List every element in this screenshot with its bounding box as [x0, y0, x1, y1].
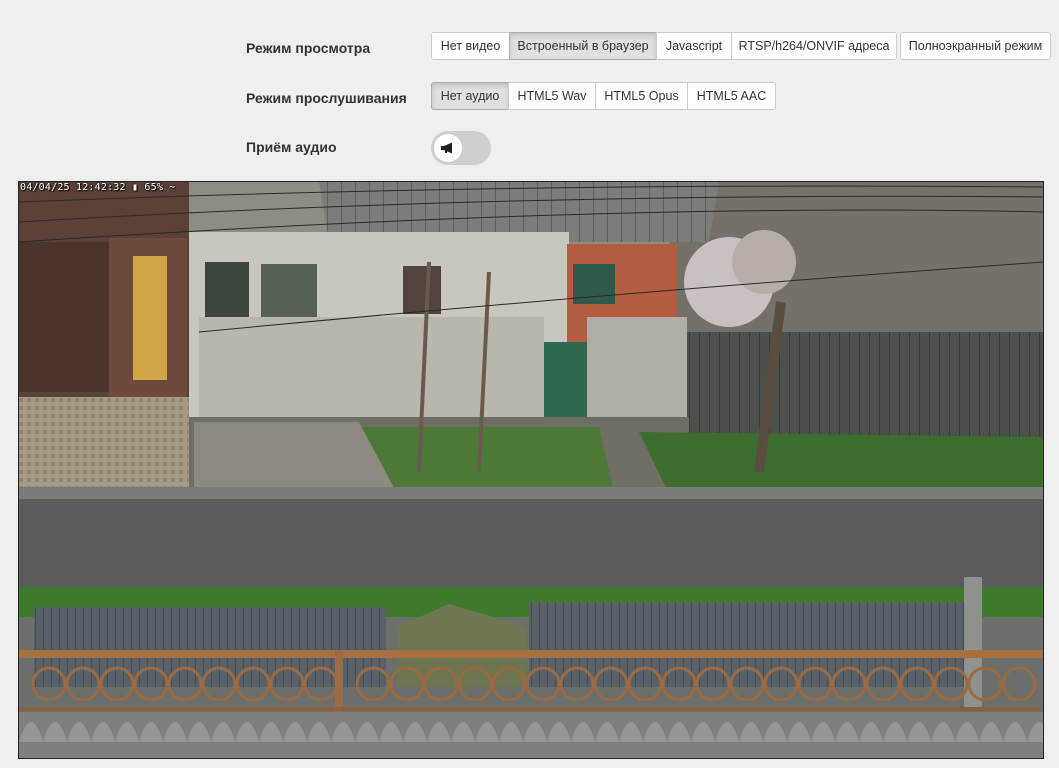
camera-video-stream[interactable]: 04/04/25 12:42:32 ▮ 65% ∼ [18, 181, 1044, 759]
view-mode-row: Режим просмотра Нет видео Встроенный в б… [0, 32, 1059, 64]
fullscreen-button[interactable]: Полноэкранный режим [900, 32, 1051, 60]
browser-embedded-button[interactable]: Встроенный в браузер [509, 32, 657, 60]
html5-wav-button[interactable]: HTML5 Wav [508, 82, 596, 110]
audio-receive-row: Приём аудио [0, 131, 1059, 165]
no-video-button[interactable]: Нет видео [431, 32, 510, 60]
listen-mode-label: Режим прослушивания [246, 90, 407, 106]
audio-receive-label: Приём аудио [246, 139, 337, 155]
html5-aac-button[interactable]: HTML5 AAC [687, 82, 776, 110]
javascript-button[interactable]: Javascript [656, 32, 732, 60]
listen-mode-row: Режим прослушивания Нет аудио HTML5 Wav … [0, 82, 1059, 114]
toggle-knob [434, 134, 462, 162]
audio-receive-toggle[interactable] [431, 131, 491, 165]
html5-opus-button[interactable]: HTML5 Opus [595, 82, 688, 110]
view-mode-button-group: Нет видео Встроенный в браузер Javascrip… [431, 32, 897, 60]
listen-mode-button-group: Нет аудио HTML5 Wav HTML5 Opus HTML5 AAC [431, 82, 776, 110]
view-mode-label: Режим просмотра [246, 40, 371, 56]
no-audio-button[interactable]: Нет аудио [431, 82, 509, 110]
video-timestamp-overlay: 04/04/25 12:42:32 ▮ 65% ∼ [20, 182, 176, 193]
rtsp-addresses-button[interactable]: RTSP/h264/ONVIF адреса [731, 32, 897, 60]
megaphone-icon [441, 142, 452, 154]
camera-scene [19, 182, 1043, 758]
